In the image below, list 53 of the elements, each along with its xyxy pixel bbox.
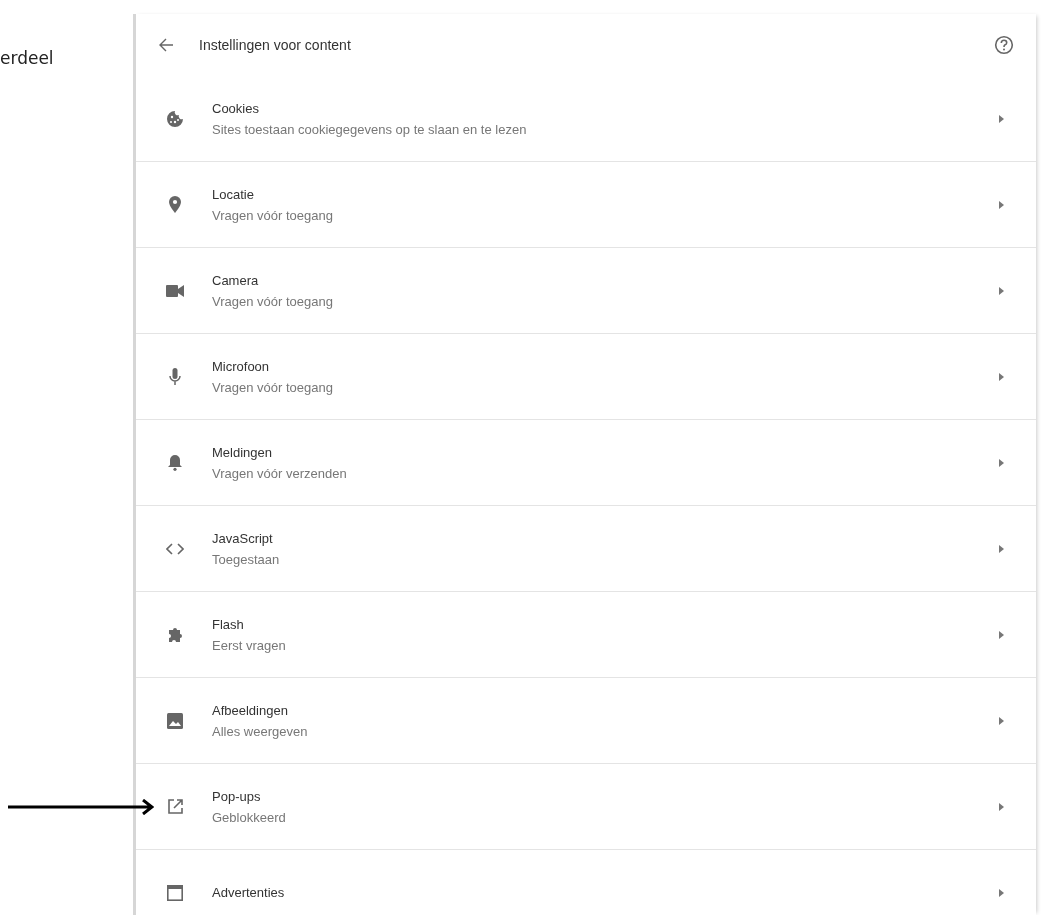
caret-icon: [999, 888, 1004, 897]
caret-icon: [999, 286, 1004, 295]
video-camera-icon: [166, 284, 184, 297]
browser-window-icon: [167, 884, 183, 901]
settings-row[interactable]: Cookies Sites toestaan cookiegegevens op te slaan en te lezen: [136, 76, 1036, 162]
microphone-icon: [169, 367, 181, 386]
caret-icon: [999, 200, 1004, 209]
row-subtitle: Vragen vóór toegang: [212, 293, 334, 309]
row-title: Locatie: [212, 186, 255, 202]
row-title: Advertenties: [212, 885, 286, 900]
row-subtitle: Geblokkeerd: [212, 809, 287, 825]
settings-row[interactable]: Flash Eerst vragen: [136, 592, 1036, 678]
help-icon[interactable]: [994, 35, 1014, 55]
row-subtitle: Toegestaan: [212, 551, 281, 567]
bell-icon: [168, 454, 182, 471]
page-title: Instellingen voor content: [199, 37, 352, 53]
row-title: Microfoon: [212, 358, 271, 374]
row-title: Cookies: [212, 100, 260, 116]
row-title: Pop-ups: [212, 788, 262, 804]
back-arrow-icon[interactable]: [158, 38, 174, 52]
settings-row[interactable]: Meldingen Vragen vóór verzenden: [136, 420, 1036, 506]
settings-row[interactable]: Advertenties: [136, 850, 1036, 915]
row-subtitle: Alles weergeven: [212, 723, 309, 739]
settings-row[interactable]: Afbeeldingen Alles weergeven: [136, 678, 1036, 764]
row-subtitle: Vragen vóór toegang: [212, 379, 334, 395]
caret-icon: [999, 458, 1004, 467]
caret-icon: [999, 802, 1004, 811]
puzzle-piece-icon: [166, 626, 184, 643]
row-title: Afbeeldingen: [212, 702, 289, 718]
settings-row[interactable]: Camera Vragen vóór toegang: [136, 248, 1036, 334]
settings-row[interactable]: Locatie Vragen vóór toegang: [136, 162, 1036, 248]
row-subtitle: Sites toestaan cookiegegevens op te slaan en te lezen: [212, 121, 528, 137]
caret-icon: [999, 372, 1004, 381]
settings-row[interactable]: Pop-ups Geblokkeerd: [136, 764, 1036, 850]
row-title: JavaScript: [212, 530, 274, 546]
caret-icon: [999, 544, 1004, 553]
location-pin-icon: [169, 196, 181, 213]
settings-row[interactable]: JavaScript Toegestaan: [136, 506, 1036, 592]
caret-icon: [999, 716, 1004, 725]
cookie-icon: [166, 109, 184, 128]
settings-row[interactable]: Microfoon Vragen vóór toegang: [136, 334, 1036, 420]
cropped-heading-text: erdeel: [0, 48, 54, 68]
code-brackets-icon: [166, 542, 184, 555]
row-subtitle: Vragen vóór toegang: [212, 207, 334, 223]
row-title: Flash: [212, 616, 245, 632]
row-subtitle: Eerst vragen: [212, 637, 287, 653]
row-title: Meldingen: [212, 444, 273, 460]
row-subtitle: Vragen vóór verzenden: [212, 465, 348, 481]
row-title: Camera: [212, 272, 260, 288]
caret-icon: [999, 630, 1004, 639]
caret-icon: [999, 114, 1004, 123]
image-icon: [167, 712, 183, 729]
open-in-new-icon: [167, 799, 183, 814]
